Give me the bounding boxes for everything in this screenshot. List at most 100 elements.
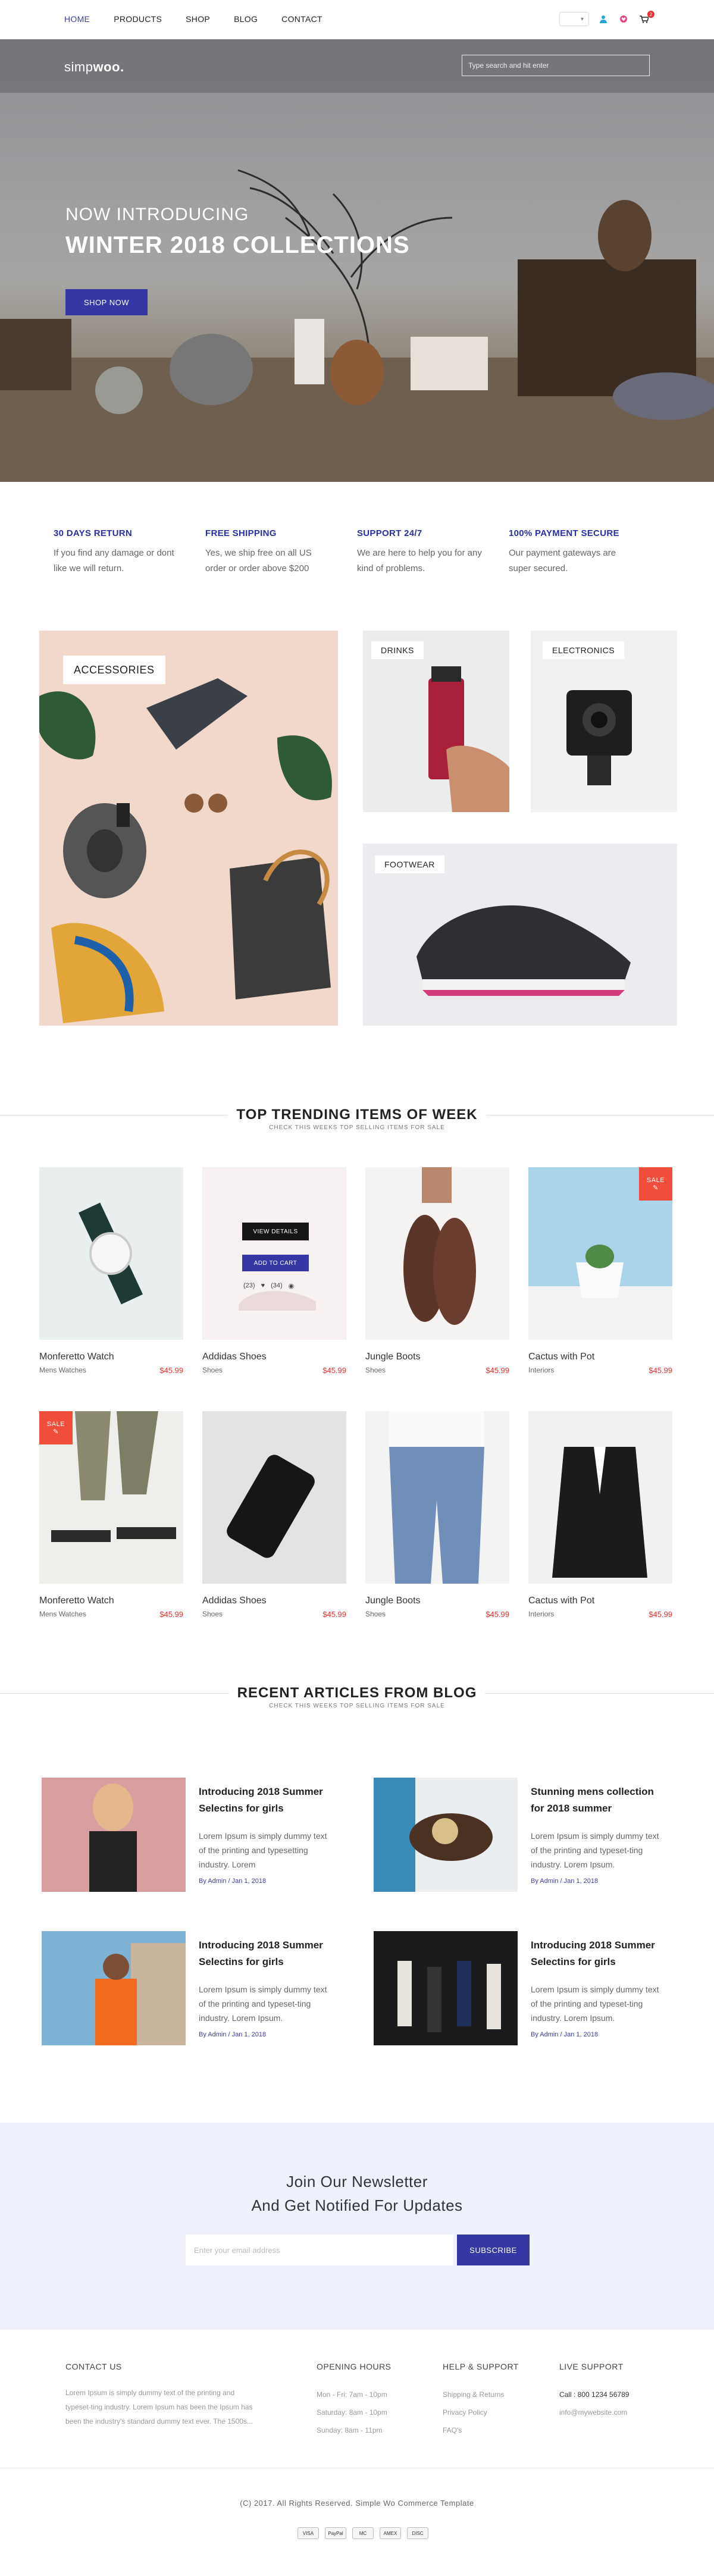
product-price: $45.99 <box>322 1366 346 1375</box>
shop-now-button[interactable]: SHOP NOW <box>65 289 148 315</box>
newsletter-email-input[interactable] <box>186 2235 453 2265</box>
tag-icon: ✎ <box>53 1428 59 1436</box>
post-byline: By Admin / Jan 1, 2018 <box>531 2031 599 2038</box>
post-image[interactable] <box>374 1778 518 1892</box>
link-faqs[interactable]: FAQ's <box>443 2421 544 2439</box>
product-card[interactable]: VIEW DETAILS ADD TO CART (23) ♥ (34) ◉ A… <box>202 1167 346 1375</box>
link-privacy-policy[interactable]: Privacy Policy <box>443 2403 544 2421</box>
heart-icon[interactable]: ♥ <box>261 1282 265 1290</box>
add-to-cart-button[interactable]: ADD TO CART <box>242 1255 309 1271</box>
post-excerpt: Lorem Ipsum is simply dummy text of the … <box>531 1831 659 1869</box>
feature-text: Our payment gateways are super secured. <box>509 548 616 574</box>
product-image[interactable]: SALE ✎ <box>39 1411 183 1584</box>
product-card[interactable]: Addidas Shoes Shoes $45.99 <box>202 1411 346 1619</box>
product-image[interactable]: SALE ✎ <box>528 1167 672 1340</box>
product-image[interactable] <box>202 1411 346 1584</box>
post-title[interactable]: Introducing 2018 Summer Selectins for gi… <box>199 1937 330 1970</box>
amex-icon: AMEX <box>380 2527 401 2539</box>
product-name[interactable]: Addidas Shoes <box>202 1352 346 1362</box>
runway-photo <box>397 1961 501 2032</box>
views-count: (34) <box>271 1282 283 1289</box>
footer-email[interactable]: info@mywebsite.com <box>559 2403 660 2421</box>
product-image[interactable] <box>365 1167 509 1340</box>
feature-title: FREE SHIPPING <box>205 528 277 538</box>
feature-payment: 100% PAYMENT SECURE Our payment gateways… <box>509 528 660 576</box>
nav-blog[interactable]: BLOG <box>234 14 258 24</box>
product-name[interactable]: Monferetto Watch <box>39 1352 183 1362</box>
post-image[interactable] <box>42 1931 186 2045</box>
nav-shop[interactable]: SHOP <box>186 14 210 24</box>
feature-strip: 30 DAYS RETURN If you find any damage or… <box>54 528 660 576</box>
girl-photo <box>89 1784 137 1892</box>
post-byline: By Admin / Jan 1, 2018 <box>199 1878 267 1885</box>
category-electronics[interactable]: ELECTRONICS <box>531 631 677 812</box>
watch-photo <box>374 1778 493 1892</box>
product-image[interactable] <box>365 1411 509 1584</box>
product-card[interactable]: Monferetto Watch Mens Watches $45.99 <box>39 1167 183 1375</box>
category-accessories[interactable]: ACCESSORIES <box>39 631 338 1026</box>
tag-icon: ✎ <box>653 1184 659 1192</box>
jeans-image <box>389 1411 484 1584</box>
product-price: $45.99 <box>159 1610 183 1619</box>
product-image[interactable] <box>39 1167 183 1340</box>
product-card[interactable]: SALE ✎ Cactus with Pot Interiors $45.99 <box>528 1167 672 1375</box>
blog-post[interactable]: Introducing 2018 Summer Selectins for gi… <box>374 1931 671 2045</box>
product-name[interactable]: Monferetto Watch <box>39 1596 183 1606</box>
suit-image <box>552 1447 647 1578</box>
product-name[interactable]: Cactus with Pot <box>528 1352 672 1362</box>
nav-home[interactable]: HOME <box>64 14 90 24</box>
product-card[interactable]: Jungle Boots Shoes $45.99 <box>365 1411 509 1619</box>
discover-icon: DISC <box>407 2527 428 2539</box>
post-title[interactable]: Introducing 2018 Summer Selectins for gi… <box>199 1784 330 1817</box>
phone-image <box>227 1455 315 1558</box>
post-image[interactable] <box>42 1778 186 1892</box>
product-name[interactable]: Jungle Boots <box>365 1596 509 1606</box>
blog-post[interactable]: Stunning mens collection for 2018 summer… <box>374 1778 671 1892</box>
currency-select[interactable]: ▾ <box>559 12 589 26</box>
trending-section-heading: TOP TRENDING ITEMS OF WEEK CHECK THIS WE… <box>0 1107 714 1131</box>
product-image[interactable]: VIEW DETAILS ADD TO CART (23) ♥ (34) ◉ <box>202 1167 346 1340</box>
product-card[interactable]: Cactus with Pot Interiors $45.99 <box>528 1411 672 1619</box>
view-details-button[interactable]: VIEW DETAILS <box>242 1223 309 1240</box>
nav-contact[interactable]: CONTACT <box>281 14 322 24</box>
product-card[interactable]: SALE ✎ Monferetto Watch Mens Watches $45.9… <box>39 1411 183 1619</box>
subscribe-button[interactable]: SUBSCRIBE <box>457 2235 530 2265</box>
post-excerpt: Lorem Ipsum is simply dummy text of the … <box>199 1831 327 1869</box>
product-card[interactable]: Jungle Boots Shoes $45.99 <box>365 1167 509 1375</box>
sale-badge: SALE ✎ <box>39 1411 73 1444</box>
main-menu: HOME PRODUCTS SHOP BLOG CONTACT <box>64 14 346 24</box>
top-navigation: HOME PRODUCTS SHOP BLOG CONTACT ▾ 2 <box>0 0 714 39</box>
category-label: ELECTRONICS <box>543 641 625 659</box>
eye-icon[interactable]: ◉ <box>289 1282 295 1290</box>
sale-label: SALE <box>46 1420 65 1428</box>
post-title[interactable]: Introducing 2018 Summer Selectins for gi… <box>531 1937 662 1970</box>
product-name[interactable]: Cactus with Pot <box>528 1596 672 1606</box>
category-footwear[interactable]: FOOTWEAR <box>363 844 677 1026</box>
category-label: ACCESSORIES <box>63 656 165 684</box>
wishlist-icon[interactable] <box>618 13 630 25</box>
blog-post[interactable]: Introducing 2018 Summer Selectins for gi… <box>42 1931 339 2045</box>
category-drinks[interactable]: DRINKS <box>363 631 509 812</box>
hero-banner: simpwoo. NOW INTRODUCING WINTER 2018 COL… <box>0 39 714 482</box>
link-shipping-returns[interactable]: Shipping & Returns <box>443 2386 544 2403</box>
newsletter-section: Join Our Newsletter And Get Notified For… <box>0 2123 714 2330</box>
product-image[interactable] <box>528 1411 672 1584</box>
post-byline: By Admin / Jan 1, 2018 <box>199 2031 267 2038</box>
user-icon[interactable] <box>597 13 609 25</box>
product-name[interactable]: Addidas Shoes <box>202 1596 346 1606</box>
post-image[interactable] <box>374 1931 518 2045</box>
feature-title: 30 DAYS RETURN <box>54 528 133 538</box>
copyright-text: (C) 2017. All Rights Reserved. Simple Wo… <box>240 2499 474 2508</box>
blog-post[interactable]: Introducing 2018 Summer Selectins for gi… <box>42 1778 339 1892</box>
nav-products[interactable]: PRODUCTS <box>114 14 162 24</box>
cart-icon[interactable]: 2 <box>638 11 654 25</box>
feature-text: We are here to help you for any kind of … <box>357 548 482 574</box>
product-price: $45.99 <box>486 1366 509 1375</box>
footer-phone[interactable]: Call : 800 1234 56789 <box>559 2386 660 2403</box>
likes-count: (23) <box>243 1282 255 1289</box>
post-title[interactable]: Stunning mens collection for 2018 summer <box>531 1784 662 1817</box>
feature-title: 100% PAYMENT SECURE <box>509 528 619 538</box>
mastercard-icon: MC <box>352 2527 374 2539</box>
product-name[interactable]: Jungle Boots <box>365 1352 509 1362</box>
hero-headline: WINTER 2018 COLLECTIONS <box>65 232 410 258</box>
